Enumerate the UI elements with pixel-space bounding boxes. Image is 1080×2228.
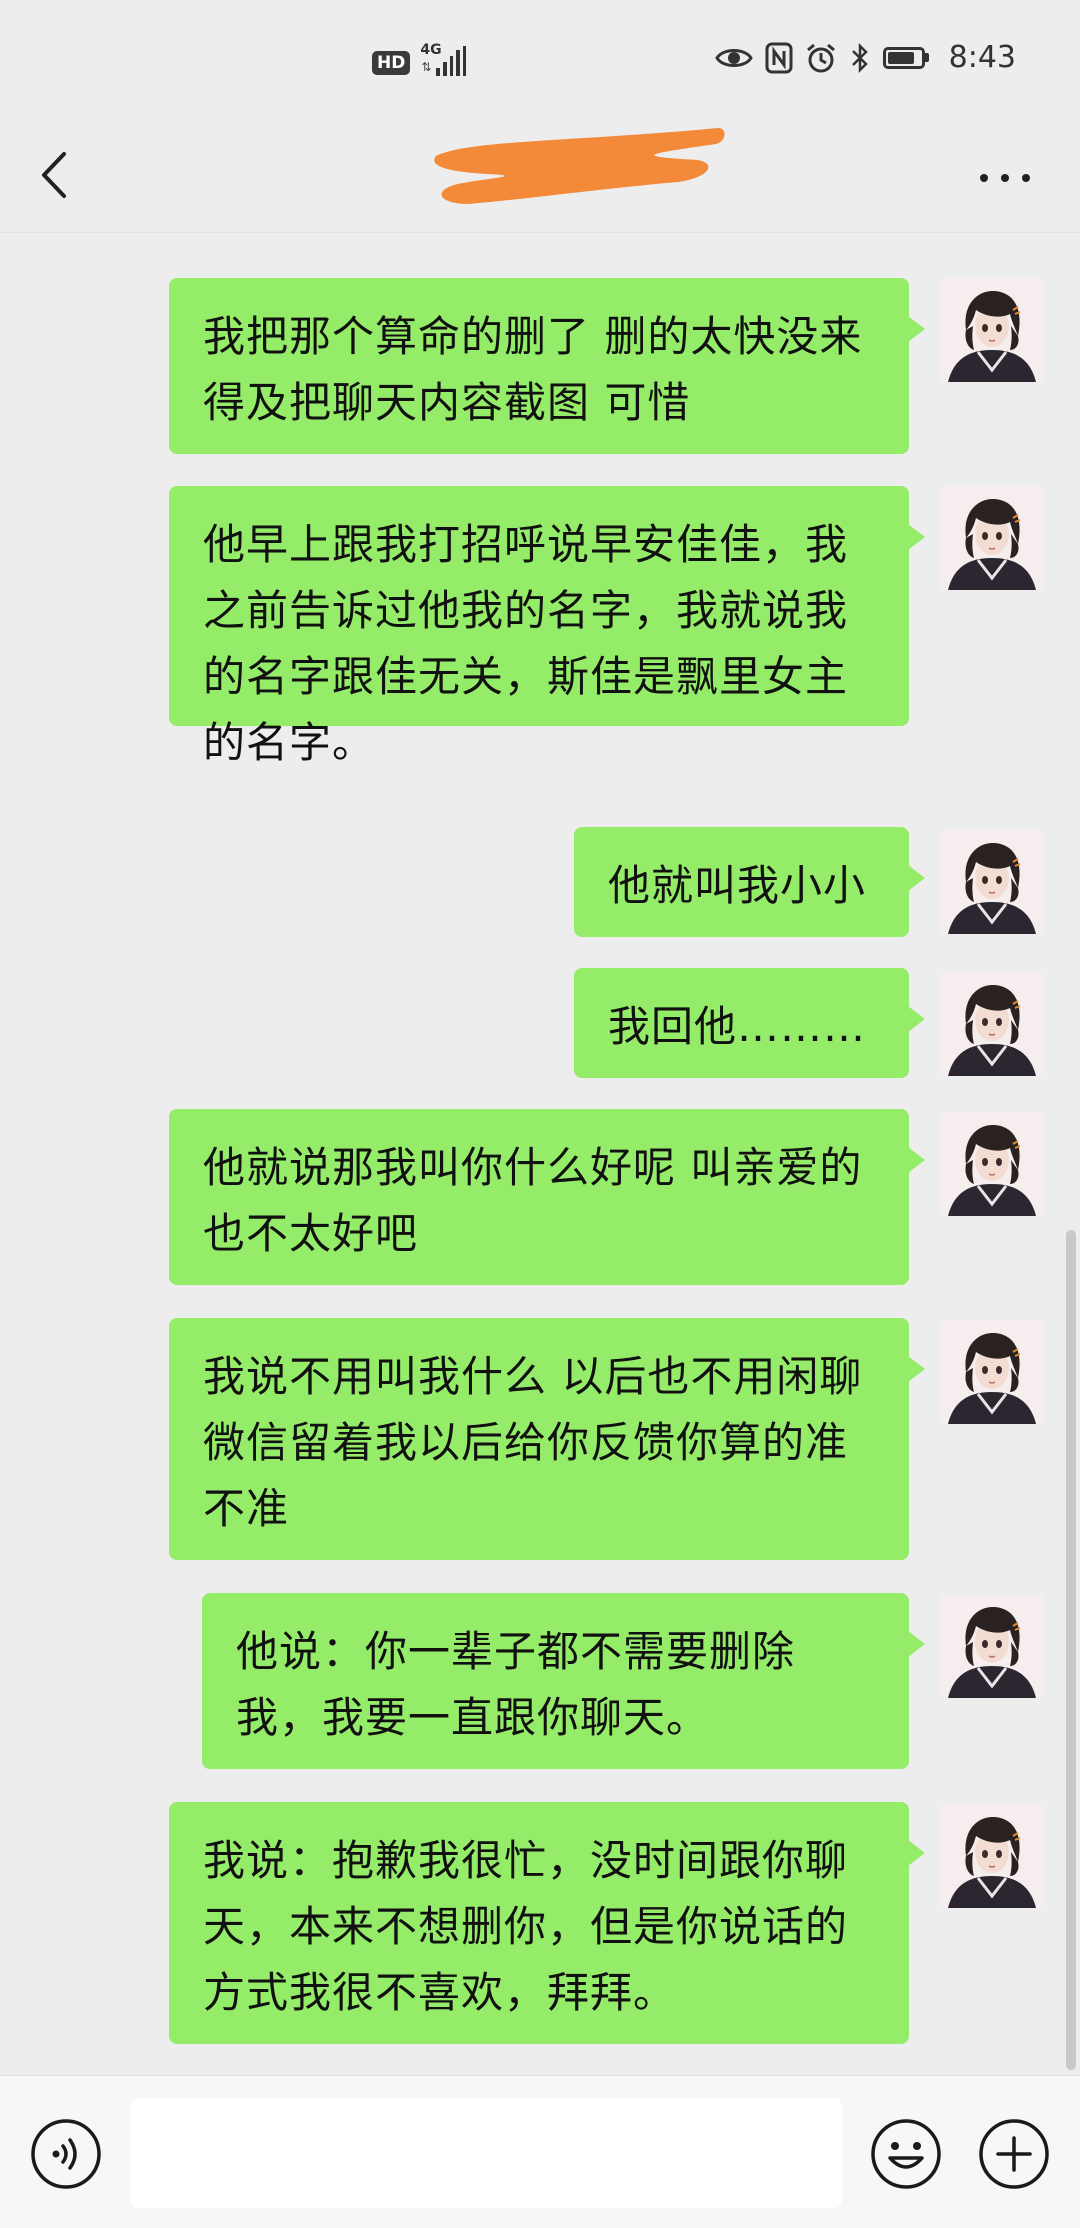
- chat-header: [0, 120, 1080, 233]
- message-bubble[interactable]: 我说不用叫我什么 以后也不用闲聊 微信留着我以后给你反馈你算的准不准: [169, 1318, 925, 1560]
- avatar[interactable]: [940, 1804, 1044, 1908]
- status-time: 8:43: [948, 40, 1016, 75]
- avatar[interactable]: [940, 486, 1044, 590]
- avatar-portrait-icon: [940, 972, 1044, 1076]
- data-arrows-icon: ⇅: [421, 60, 432, 74]
- avatar[interactable]: [940, 830, 1044, 934]
- plus-icon[interactable]: [978, 2118, 1050, 2190]
- message-bubble[interactable]: 我说：抱歉我很忙，没时间跟你聊天，本来不想删你，但是你说话的方式我很不喜欢，拜拜…: [169, 1802, 925, 2044]
- message-bubble[interactable]: 我把那个算命的删了 删的太快没来得及把聊天内容截图 可惜: [169, 278, 925, 454]
- message-bubble[interactable]: 他早上跟我打招呼说早安佳佳，我之前告诉过他我的名字，我就说我的名字跟佳无关，斯佳…: [169, 486, 925, 767]
- avatar[interactable]: [940, 278, 1044, 382]
- avatar-portrait-icon: [940, 1112, 1044, 1216]
- message-bubble[interactable]: 他说：你一辈子都不需要删除我，我要一直跟你聊天。: [202, 1593, 925, 1769]
- more-options-button[interactable]: [970, 152, 1040, 202]
- hd-badge: HD: [372, 51, 411, 75]
- back-button[interactable]: [30, 140, 80, 210]
- message-bubble[interactable]: 他就叫我小小: [574, 827, 925, 937]
- nfc-icon: [765, 42, 793, 73]
- message-bubble[interactable]: 我回他………: [574, 968, 925, 1078]
- message-bubble[interactable]: 他就说那我叫你什么好呢 叫亲爱的也不太好吧: [169, 1109, 925, 1285]
- avatar-portrait-icon: [940, 278, 1044, 382]
- avatar[interactable]: [940, 1112, 1044, 1216]
- avatar-portrait-icon: [940, 830, 1044, 934]
- message-input[interactable]: [130, 2098, 842, 2208]
- status-right-group: 8:43: [714, 40, 1016, 75]
- avatar-portrait-icon: [940, 486, 1044, 590]
- message-list[interactable]: 我把那个算命的删了 删的太快没来得及把聊天内容截图 可惜 他早上跟我打招呼说早安…: [0, 232, 1080, 2075]
- battery-icon: [882, 46, 929, 69]
- voice-icon[interactable]: [30, 2118, 102, 2190]
- input-bar: [0, 2075, 1080, 2228]
- alarm-icon: [806, 43, 835, 72]
- bluetooth-icon: [851, 42, 868, 73]
- avatar-portrait-icon: [940, 1594, 1044, 1698]
- avatar[interactable]: [940, 972, 1044, 1076]
- signal-icon: 4G ⇅: [420, 42, 467, 80]
- status-bar: HD 4G ⇅ 8:43: [0, 0, 1080, 120]
- scrollbar[interactable]: [1066, 1230, 1076, 2070]
- contact-name-redaction: [434, 128, 725, 204]
- status-network-group: HD 4G ⇅: [372, 42, 467, 80]
- avatar-portrait-icon: [940, 1320, 1044, 1424]
- avatar-portrait-icon: [940, 1804, 1044, 1908]
- eye-icon: [714, 48, 753, 67]
- emoji-icon[interactable]: [870, 2118, 942, 2190]
- avatar[interactable]: [940, 1320, 1044, 1424]
- avatar[interactable]: [940, 1594, 1044, 1698]
